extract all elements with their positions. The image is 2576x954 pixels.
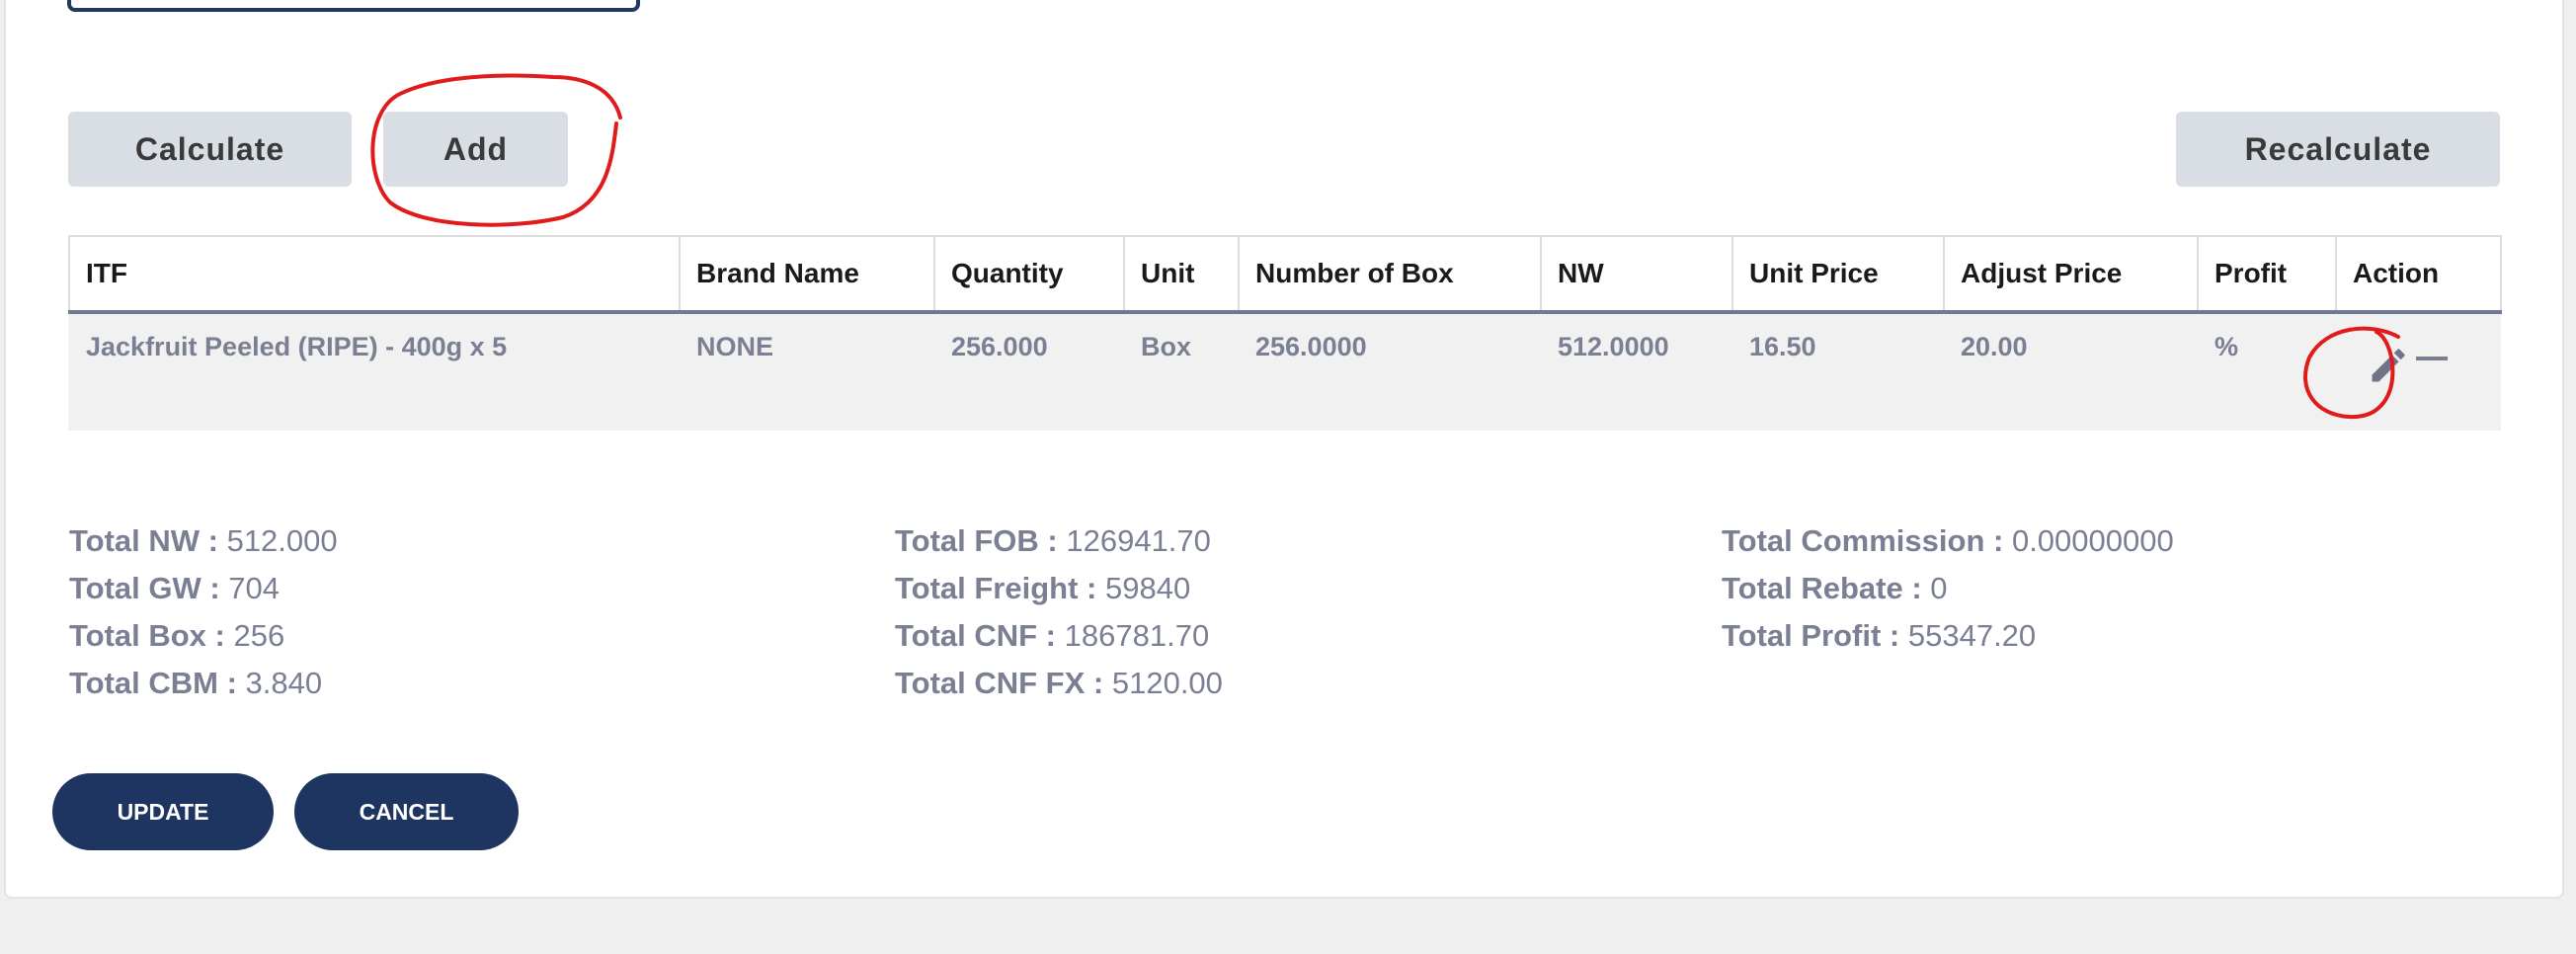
total-label: Total CNF : — [895, 618, 1057, 653]
cell-adjust-price: 20.00 — [1943, 312, 2198, 431]
total-cnf-fx: Total CNF FX : 5120.00 — [895, 666, 1223, 713]
total-gw: Total GW : 704 — [69, 571, 338, 618]
total-value: 0.00000000 — [2011, 523, 2174, 558]
total-cnf: Total CNF : 186781.70 — [895, 618, 1223, 666]
total-label: Total Freight : — [895, 571, 1097, 605]
cell-brand-name: NONE — [679, 312, 934, 431]
cell-number-of-box: 256.0000 — [1238, 312, 1541, 431]
total-profit: Total Profit : 55347.20 — [1722, 618, 2174, 666]
totals-column: Total FOB : 126941.70 Total Freight : 59… — [895, 523, 1223, 713]
cell-nw: 512.0000 — [1540, 312, 1732, 431]
column-header: Quantity — [933, 235, 1125, 314]
total-label: Total FOB : — [895, 523, 1058, 558]
total-commission: Total Commission : 0.00000000 — [1722, 523, 2174, 571]
column-header: Brand Name — [679, 235, 935, 314]
column-header: Adjust Price — [1943, 235, 2199, 314]
total-nw: Total NW : 512.000 — [69, 523, 338, 571]
column-header: Unit — [1123, 235, 1240, 314]
total-label: Total Commission : — [1722, 523, 2004, 558]
column-header: Unit Price — [1731, 235, 1945, 314]
cell-action — [2335, 312, 2501, 431]
column-header: ITF — [68, 235, 681, 314]
cell-quantity: 256.000 — [933, 312, 1124, 431]
total-fob: Total FOB : 126941.70 — [895, 523, 1223, 571]
total-value: 3.840 — [245, 666, 323, 700]
total-label: Total CNF FX : — [895, 666, 1104, 700]
total-value: 59840 — [1104, 571, 1191, 605]
total-value: 512.000 — [226, 523, 338, 558]
column-header: Number of Box — [1238, 235, 1542, 314]
total-value: 55347.20 — [1907, 618, 2037, 653]
cell-unit-price: 16.50 — [1731, 312, 1944, 431]
totals-column: Total NW : 512.000 Total GW : 704 Total … — [69, 523, 338, 713]
total-label: Total Box : — [69, 618, 225, 653]
total-value: 704 — [228, 571, 281, 605]
cell-profit: % — [2197, 312, 2336, 431]
table-row: Jackfruit Peeled (RIPE) - 400g x 5 NONE … — [68, 312, 2501, 431]
table-header-row: ITF Brand Name Quantity Unit Number of B… — [68, 235, 2502, 314]
total-label: Total NW : — [69, 523, 218, 558]
remove-icon[interactable] — [2416, 357, 2448, 360]
total-box: Total Box : 256 — [69, 618, 338, 666]
total-label: Total Rebate : — [1722, 571, 1922, 605]
total-cbm: Total CBM : 3.840 — [69, 666, 338, 713]
cell-unit: Box — [1123, 312, 1239, 431]
total-label: Total Profit : — [1722, 618, 1900, 653]
cell-itf: Jackfruit Peeled (RIPE) - 400g x 5 — [68, 312, 680, 431]
column-header: Action — [2335, 235, 2502, 314]
total-value: 256 — [233, 618, 285, 653]
recalculate-button[interactable]: Recalculate — [2176, 112, 2500, 187]
total-value: 0 — [1930, 571, 1948, 605]
items-table: ITF Brand Name Quantity Unit Number of B… — [68, 235, 2502, 431]
column-header: Profit — [2197, 235, 2337, 314]
text-input-field[interactable] — [67, 0, 640, 12]
total-value: 126941.70 — [1066, 523, 1211, 558]
total-value: 186781.70 — [1064, 618, 1210, 653]
total-value: 5120.00 — [1111, 666, 1223, 700]
total-freight: Total Freight : 59840 — [895, 571, 1223, 618]
edit-icon[interactable] — [2367, 344, 2410, 387]
add-button[interactable]: Add — [383, 112, 568, 187]
total-rebate: Total Rebate : 0 — [1722, 571, 2174, 618]
totals-column: Total Commission : 0.00000000 Total Reba… — [1722, 523, 2174, 666]
total-label: Total GW : — [69, 571, 220, 605]
total-label: Total CBM : — [69, 666, 237, 700]
calculate-button[interactable]: Calculate — [68, 112, 352, 187]
column-header: NW — [1540, 235, 1733, 314]
cancel-button[interactable]: CANCEL — [294, 773, 519, 850]
update-button[interactable]: UPDATE — [52, 773, 274, 850]
